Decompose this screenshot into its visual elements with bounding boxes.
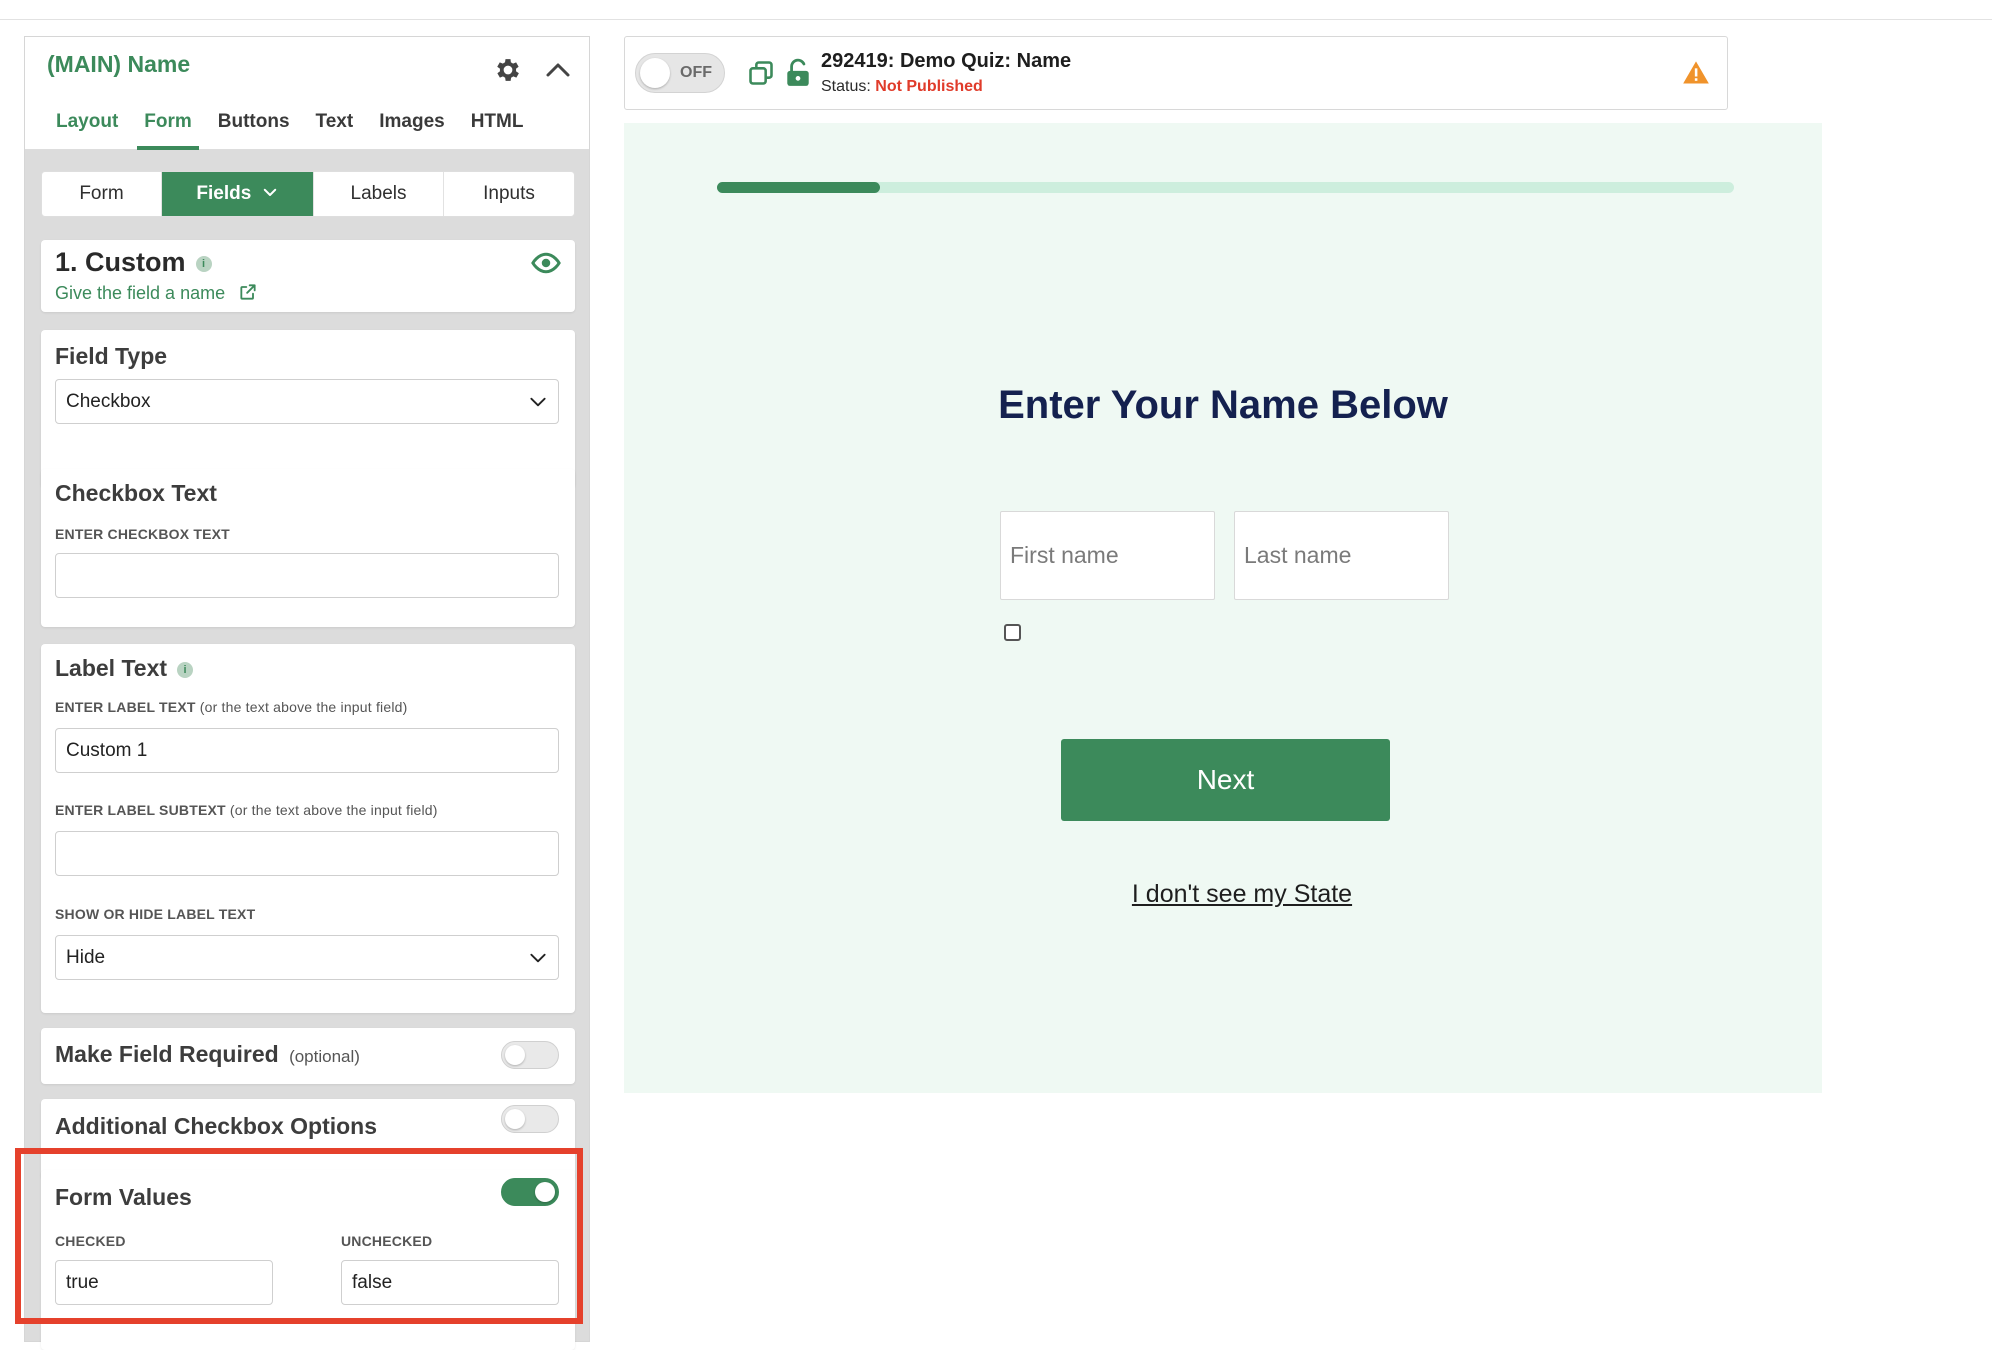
- required-toggle[interactable]: [501, 1041, 559, 1069]
- label-subtext-label: ENTER LABEL SUBTEXT (or the text above t…: [55, 802, 438, 818]
- quiz-header-bar: OFF 292419: Demo Quiz: Name Status: Not …: [624, 36, 1728, 110]
- label-text-input[interactable]: Custom 1: [55, 728, 559, 773]
- tab-layout[interactable]: Layout: [56, 107, 118, 150]
- label-text-label-bold: ENTER LABEL TEXT: [55, 699, 196, 715]
- tab-buttons[interactable]: Buttons: [218, 107, 290, 150]
- field-type-heading: Field Type: [55, 343, 168, 369]
- label-text-label: ENTER LABEL TEXT (or the text above the …: [55, 699, 408, 715]
- chevron-down-icon: [263, 188, 276, 196]
- additional-options-heading: Additional Checkbox Options: [55, 1113, 378, 1139]
- subtab-labels[interactable]: Labels: [314, 172, 444, 216]
- field-name-link-text: Give the field a name: [55, 283, 226, 303]
- show-hide-label: SHOW OR HIDE LABEL TEXT: [55, 906, 256, 922]
- checkbox-text-label: ENTER CHECKBOX TEXT: [55, 526, 230, 542]
- label-text-heading-wrap: Label Text i: [55, 655, 194, 682]
- field-title: 1. Custom i: [55, 247, 212, 278]
- last-name-input[interactable]: Last name: [1234, 511, 1449, 600]
- preview-headline: Enter Your Name Below: [998, 383, 1448, 427]
- required-note: (optional): [289, 1047, 360, 1066]
- subtab-inputs[interactable]: Inputs: [444, 172, 574, 216]
- checkbox-text-heading: Checkbox Text: [55, 480, 217, 506]
- label-subtext-label-note: (or the text above the input field): [229, 802, 438, 818]
- quiz-title: 292419: Demo Quiz: Name: [821, 50, 1072, 72]
- settings-panel: (MAIN) Name Layout Form Buttons Text Ima…: [24, 36, 590, 1350]
- panel-title: (MAIN) Name: [47, 51, 191, 77]
- collapse-chevron-up-icon[interactable]: [543, 55, 573, 85]
- checkbox-text-input[interactable]: [55, 553, 559, 598]
- chevron-down-icon: [530, 953, 546, 963]
- label-text-label-note: (or the text above the input field): [199, 699, 408, 715]
- panel-header: (MAIN) Name Layout Form Buttons Text Ima…: [25, 37, 589, 150]
- tab-images[interactable]: Images: [379, 107, 444, 150]
- quiz-status: Status: Not Published: [821, 78, 983, 96]
- required-heading-wrap: Make Field Required (optional): [55, 1041, 360, 1068]
- required-card: Make Field Required (optional): [41, 1028, 575, 1084]
- field-type-value: Checkbox: [66, 391, 151, 412]
- chevron-down-icon: [530, 397, 546, 407]
- toggle-knob: [505, 1109, 525, 1129]
- copy-icon[interactable]: [747, 59, 775, 87]
- subtab-fields-label: Fields: [196, 183, 252, 204]
- unlock-icon[interactable]: [785, 58, 811, 88]
- subtab-form[interactable]: Form: [42, 172, 162, 216]
- tab-html[interactable]: HTML: [471, 107, 524, 150]
- toggle-knob: [640, 58, 670, 88]
- additional-options-toggle[interactable]: [501, 1105, 559, 1133]
- checkbox-text-card: Checkbox Text ENTER CHECKBOX TEXT: [41, 469, 575, 627]
- label-subtext-label-bold: ENTER LABEL SUBTEXT: [55, 802, 226, 818]
- panel-tabs: Layout Form Buttons Text Images HTML: [56, 107, 523, 150]
- tab-text[interactable]: Text: [316, 107, 354, 150]
- subtab-fields[interactable]: Fields: [162, 172, 314, 216]
- show-hide-select[interactable]: Hide: [55, 935, 559, 980]
- external-link-icon: [240, 284, 256, 300]
- label-text-card: Label Text i ENTER LABEL TEXT (or the tex…: [41, 644, 575, 1013]
- preview-checkbox[interactable]: [1004, 624, 1021, 641]
- required-heading: Make Field Required: [55, 1041, 279, 1067]
- next-button[interactable]: Next: [1061, 739, 1390, 821]
- label-text-heading: Label Text: [55, 655, 168, 681]
- field-type-select[interactable]: Checkbox: [55, 379, 559, 424]
- label-subtext-input[interactable]: [55, 831, 559, 876]
- field-title-text: 1. Custom: [55, 247, 186, 277]
- eye-icon[interactable]: [531, 248, 561, 278]
- state-link[interactable]: I don't see my State: [624, 880, 1860, 909]
- status-badge: Not Published: [875, 78, 983, 95]
- progress-bar: [717, 182, 1734, 193]
- show-hide-value: Hide: [66, 947, 106, 968]
- status-label: Status:: [821, 78, 871, 95]
- quiz-preview: Enter Your Name Below First name Last na…: [624, 123, 1822, 1093]
- tab-form[interactable]: Form: [137, 107, 199, 150]
- field-name-link[interactable]: Give the field a name: [55, 282, 258, 304]
- toggle-knob: [505, 1045, 525, 1065]
- progress-fill: [717, 182, 880, 193]
- field-type-card: Field Type Checkbox: [41, 330, 575, 488]
- info-icon: i: [177, 661, 194, 678]
- top-border: [0, 0, 1992, 20]
- publish-toggle[interactable]: OFF: [635, 53, 725, 93]
- field-header-card: 1. Custom i Give the field a name: [41, 240, 575, 312]
- publish-toggle-label: OFF: [680, 64, 712, 81]
- first-name-input[interactable]: First name: [1000, 511, 1215, 600]
- gear-icon[interactable]: [493, 55, 523, 85]
- highlight-box: [15, 1148, 583, 1324]
- subtab-bar: Form Fields Labels Inputs: [41, 171, 575, 217]
- warning-icon[interactable]: [1682, 59, 1710, 87]
- info-icon: i: [195, 255, 212, 272]
